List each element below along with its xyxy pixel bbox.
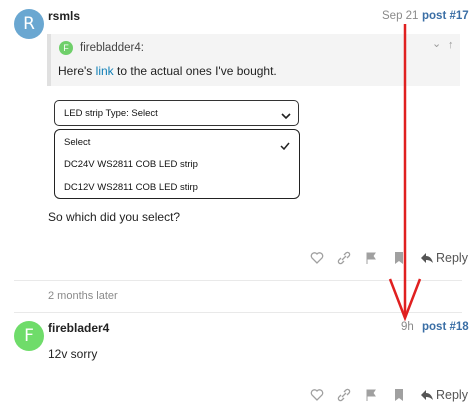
annotation-arrow: [388, 24, 422, 322]
